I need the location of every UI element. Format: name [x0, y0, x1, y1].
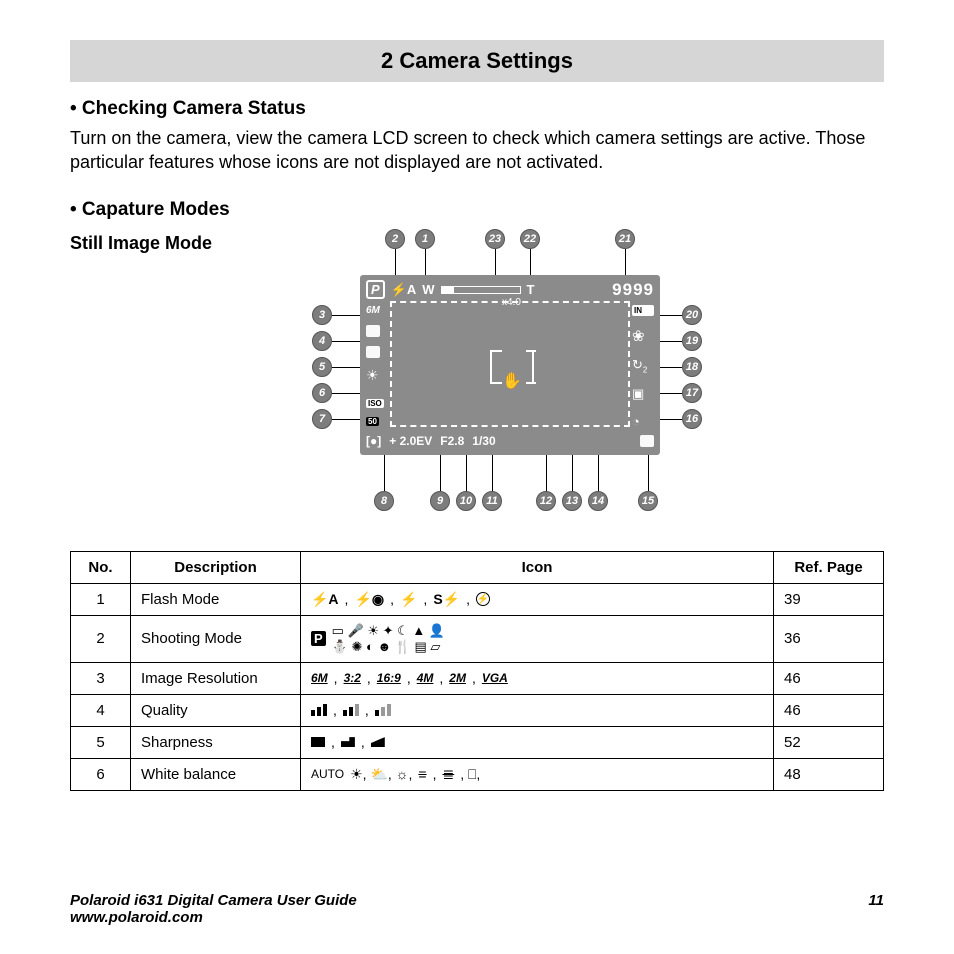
callout-5: 5 [312, 357, 332, 377]
cell-icons: AUTO ☀, ⛅, ☼, ≡, ≣, ⎕, [301, 758, 774, 790]
cell-desc: White balance [131, 758, 301, 790]
burst-icon: ▣ [632, 386, 654, 402]
iso-icon: ISO50 [366, 393, 388, 429]
footer-url: www.polaroid.com [70, 909, 203, 926]
cell-no: 3 [71, 662, 131, 694]
table-row: 4 Quality , , 46 [71, 694, 884, 726]
cell-icons: , , [301, 726, 774, 758]
zoom-bar-icon [441, 286, 521, 294]
icon-reference-table: No. Description Icon Ref. Page 1 Flash M… [70, 551, 884, 791]
th-ref: Ref. Page [774, 551, 884, 583]
callout-9: 9 [430, 491, 450, 511]
callout-13: 13 [562, 491, 582, 511]
cell-no: 6 [71, 758, 131, 790]
callout-15: 15 [638, 491, 658, 511]
cell-icons: , , [301, 694, 774, 726]
cell-ref: 48 [774, 758, 884, 790]
program-mode-icon: P [366, 280, 385, 299]
th-desc: Description [131, 551, 301, 583]
section-checking-status-heading: • Checking Camera Status [70, 98, 884, 120]
cell-no: 5 [71, 726, 131, 758]
cell-ref: 46 [774, 662, 884, 694]
ev-value: + 2.0EV [389, 434, 432, 448]
macro-icon: ❀ [632, 327, 654, 345]
callout-6: 6 [312, 383, 332, 403]
still-image-mode-label: Still Image Mode [70, 233, 290, 254]
cell-no: 2 [71, 615, 131, 662]
callout-18: 18 [682, 357, 702, 377]
battery-icon [640, 435, 654, 447]
table-row: 6 White balance AUTO ☀, ⛅, ☼, ≡, ≣, ⎕, 4… [71, 758, 884, 790]
callout-7: 7 [312, 409, 332, 429]
lcd-screen: P ⚡A W T 9999 x4.0 ✋ 6M ☀ ISO50 [360, 275, 660, 455]
table-row: 3 Image Resolution 6M, 3:2, 16:9, 4M, 2M… [71, 662, 884, 694]
section-capture-modes-heading: • Capature Modes [70, 199, 884, 221]
cell-ref: 39 [774, 583, 884, 615]
cell-desc: Quality [131, 694, 301, 726]
cell-desc: Shooting Mode [131, 615, 301, 662]
callout-21: 21 [615, 229, 635, 249]
flash-auto-icon: ⚡A [391, 282, 417, 298]
cell-desc: Sharpness [131, 726, 301, 758]
cell-ref: 46 [774, 694, 884, 726]
th-icon: Icon [301, 551, 774, 583]
th-no: No. [71, 551, 131, 583]
internal-memory-icon: IN [632, 305, 654, 316]
callout-20: 20 [682, 305, 702, 325]
cell-no: 4 [71, 694, 131, 726]
cell-ref: 36 [774, 615, 884, 662]
callout-4: 4 [312, 331, 332, 351]
footer-title: Polaroid i631 Digital Camera User Guide [70, 892, 357, 909]
zoom-w-label: W [422, 282, 434, 297]
cell-ref: 52 [774, 726, 884, 758]
quality-icon [366, 325, 380, 337]
callout-1: 1 [415, 229, 435, 249]
callout-2: 2 [385, 229, 405, 249]
cell-no: 1 [71, 583, 131, 615]
table-row: 2 Shooting Mode P ▭ 🎤 ☀ ✦ ☾ ▲ 👤 ⛄ ✺ ◐ ☻ … [71, 615, 884, 662]
shutter-value: 1/30 [472, 434, 495, 448]
chapter-title: 2 Camera Settings [70, 40, 884, 82]
hand-shake-icon: ✋ [502, 371, 522, 391]
metering-icon: [●] [366, 434, 381, 448]
callout-8: 8 [374, 491, 394, 511]
callout-14: 14 [588, 491, 608, 511]
aperture-value: F2.8 [440, 434, 464, 448]
cell-icons: P ▭ 🎤 ☀ ✦ ☾ ▲ 👤 ⛄ ✺ ◐ ☻ 🍴 ▤ ▱ [301, 615, 774, 662]
callout-16: 16 [682, 409, 702, 429]
callout-22: 22 [520, 229, 540, 249]
cell-desc: Flash Mode [131, 583, 301, 615]
shots-remaining: 9999 [612, 280, 654, 300]
cell-desc: Image Resolution [131, 662, 301, 694]
callout-17: 17 [682, 383, 702, 403]
callout-11: 11 [482, 491, 502, 511]
resolution-icon: 6M [366, 305, 388, 316]
lcd-diagram: 2 1 23 22 21 3 4 5 6 7 20 19 18 17 [310, 227, 710, 537]
callout-3: 3 [312, 305, 332, 325]
table-row: 1 Flash Mode ⚡A, ⚡◉, ⚡, S⚡, ⚡ 39 [71, 583, 884, 615]
callout-23: 23 [485, 229, 505, 249]
footer-left: Polaroid i631 Digital Camera User Guide … [70, 892, 357, 926]
zoom-t-label: T [527, 282, 535, 297]
white-balance-icon: ☀ [366, 367, 388, 384]
self-timer-icon: ↻2 [632, 357, 654, 375]
callout-12: 12 [536, 491, 556, 511]
section-checking-status-body: Turn on the camera, view the camera LCD … [70, 126, 884, 175]
sharpness-icon [366, 346, 380, 358]
callout-19: 19 [682, 331, 702, 351]
table-row: 5 Sharpness , , 52 [71, 726, 884, 758]
date-stamp-icon: ◔ [632, 414, 654, 429]
footer-page-number: 11 [868, 892, 884, 926]
cell-icons: 6M, 3:2, 16:9, 4M, 2M, VGA [301, 662, 774, 694]
cell-icons: ⚡A, ⚡◉, ⚡, S⚡, ⚡ [301, 583, 774, 615]
callout-10: 10 [456, 491, 476, 511]
